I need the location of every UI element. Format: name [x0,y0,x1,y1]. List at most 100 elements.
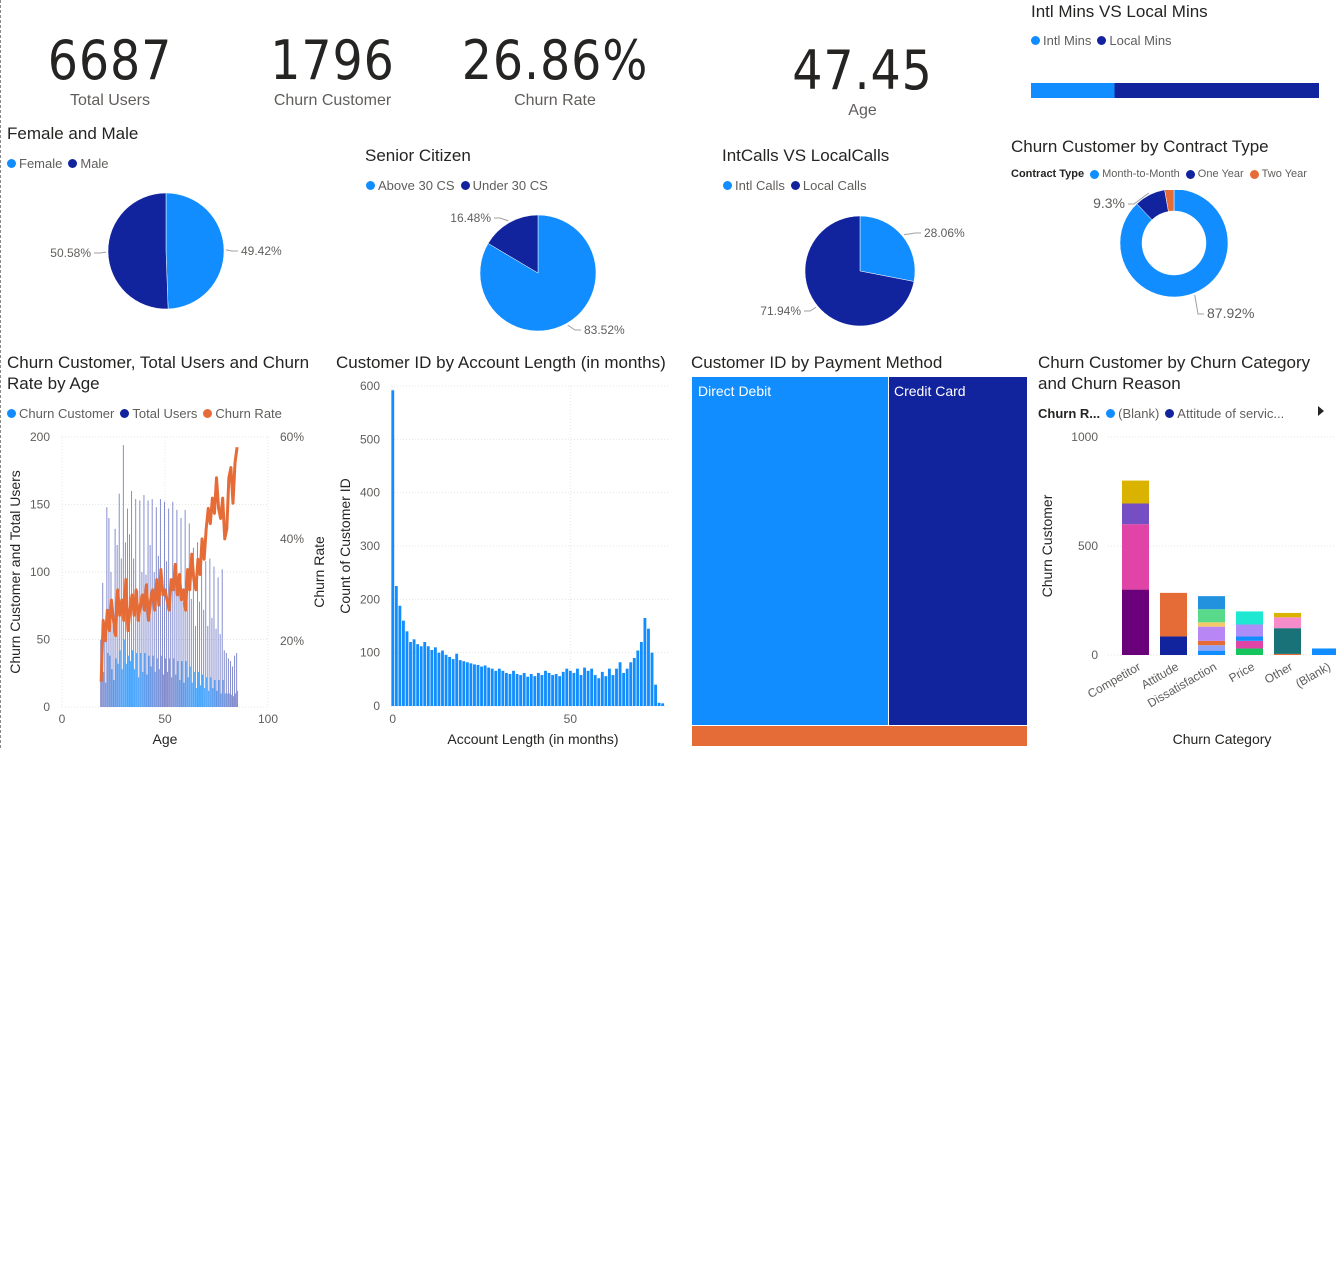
legend-item-female[interactable]: Female [7,156,62,171]
axis-tick-label-secondary: 60% [280,430,304,444]
treemap-tile-direct-debit[interactable]: Direct Debit [692,377,888,725]
histogram-bar [522,672,526,706]
histogram-bar [494,670,498,706]
churn-category-stacked-chart[interactable]: 05001000CompetitorAttitudeDissatisfactio… [1036,425,1336,750]
gender-legend[interactable]: Female Male [7,156,115,171]
payment-treemap[interactable]: Direct Debit Credit Card [692,377,1027,746]
histogram-bar [483,665,487,706]
account-length-bar-chart[interactable]: 0 100 200 300 400 500 600 0 50 Account Length (in… [330,372,680,750]
stacked-bar-segment [1122,480,1149,504]
legend-item-month-to-month[interactable]: Month-to-Month [1090,168,1180,180]
bar-churn-customer [171,677,173,707]
bar-churn-customer [181,661,183,707]
legend-item-two-year[interactable]: Two Year [1249,168,1307,180]
mins-segment-intl-mins [1031,83,1115,98]
histogram-bar [615,668,618,706]
legend-item-total-users[interactable]: Total Users [120,406,197,421]
legend-item-churn-customer[interactable]: Churn Customer [7,406,114,421]
histogram-bar [437,652,441,706]
kpi-card-churn-customer: 1796 Churn Customer [250,32,415,110]
histogram-bar [398,605,402,706]
histogram-bar [501,670,505,706]
gender-pie-chart[interactable]: 49.42% 50.58% [0,180,330,330]
bar-total-users [209,558,211,707]
age-legend[interactable]: Churn Customer Total Users Churn Rate [7,406,288,421]
stacked-bar-segment [1236,648,1263,655]
legend-item-under-30[interactable]: Under 30 CS [460,178,548,193]
histogram-bar [512,670,515,706]
kpi-label: Churn Customer [273,92,392,109]
axis-tick-label: 300 [360,539,380,553]
bar-churn-customer [230,694,232,707]
legend-dot-icon [1097,36,1107,45]
legend-label: (Blank) [1118,406,1160,421]
legend-item-local-calls[interactable]: Local Calls [790,178,866,193]
bar-churn-customer [134,669,136,707]
histogram-bar [565,668,569,706]
stacked-bar-segment [1274,612,1301,618]
bar-churn-customer [165,658,166,707]
contract-chart-title: Churn Customer by Contract Type [1011,137,1269,156]
senior-pie-chart[interactable]: 83.52% 16.48% [360,200,690,345]
histogram-bar [611,675,615,706]
churn-reason-legend[interactable]: Churn R... (Blank) Attitude of servic... [1038,406,1290,421]
mins-segment-local-mins [1114,83,1319,98]
histogram-bar [419,646,423,706]
legend-dot-icon [68,159,78,168]
axis-tick-label: 500 [360,432,380,446]
legend-item-attitude-of-service[interactable]: Attitude of servic... [1165,406,1284,421]
histogram-bar [643,618,647,706]
legend-item-churn-rate[interactable]: Churn Rate [203,406,282,421]
y-axis-title: Churn Customer and Total Users [7,470,23,674]
senior-legend[interactable]: Above 30 CS Under 30 CS [366,178,554,193]
stacked-bar-segment [1122,589,1149,655]
pie-data-label: 83.52% [584,323,625,337]
histogram-bar [458,660,462,706]
legend-item-intl-mins[interactable]: Intl Mins [1031,33,1091,48]
legend-item-intl-calls[interactable]: Intl Calls [723,178,785,193]
legend-item-male[interactable]: Male [68,156,109,171]
bar-churn-customer [167,671,168,707]
calls-pie-chart[interactable]: 28.06% 71.94% [700,200,1020,340]
bar-total-users [215,628,217,707]
bar-total-users [190,599,192,707]
legend-item-above-30[interactable]: Above 30 CS [366,178,455,193]
pie-leader-line [225,249,238,252]
bar-total-users [219,634,221,707]
pie-data-label: 28.06% [924,226,965,240]
contract-legend[interactable]: Contract Type Month-to-Month One Year Tw… [1011,168,1313,180]
stacked-bar-segment [1274,653,1301,655]
histogram-bar [515,674,519,706]
bar-total-users [178,590,180,707]
age-combo-chart[interactable]: 0 50 100 150 200 20% 40% 60% 0 50 100 Age Churn Cust… [0,425,330,750]
intl-vs-local-mins-bar[interactable] [1031,83,1319,98]
histogram-bar [504,672,508,706]
axis-tick-label: 600 [360,379,380,393]
legend-item-one-year[interactable]: One Year [1185,168,1244,180]
pie-data-label: 16.48% [450,211,491,225]
intl-mins-legend[interactable]: Intl Mins Local Mins [1031,33,1178,48]
bar-churn-customer [183,682,185,707]
bar-total-users [124,542,126,707]
calls-legend[interactable]: Intl Calls Local Calls [723,178,872,193]
treemap-tile-other[interactable] [692,726,1027,746]
contract-donut-chart[interactable]: 87.92% 9.3% [1030,190,1330,330]
treemap-tile-credit-card[interactable]: Credit Card [889,377,1027,725]
histogram-bar [622,672,626,706]
histogram-bar [444,654,448,706]
legend-item-local-mins[interactable]: Local Mins [1097,33,1172,48]
bar-churn-customer [218,680,220,707]
legend-dot-icon [460,181,470,190]
histogram-bar [604,676,608,706]
legend-next-arrow-icon[interactable] [1316,405,1326,417]
bar-churn-customer [191,682,193,707]
bar-total-users [141,572,143,707]
legend-title: Contract Type [1011,168,1085,180]
stacked-bar-segment [1160,592,1187,637]
x-axis-title: Churn Category [1173,731,1272,747]
churn-category-chart-title: Churn Customer by Churn Category and Chu… [1038,353,1311,393]
stacked-bar-segment [1312,648,1336,655]
histogram-bar [551,675,555,706]
legend-label: Above 30 CS [378,178,455,193]
legend-item-blank[interactable]: (Blank) [1106,406,1159,421]
